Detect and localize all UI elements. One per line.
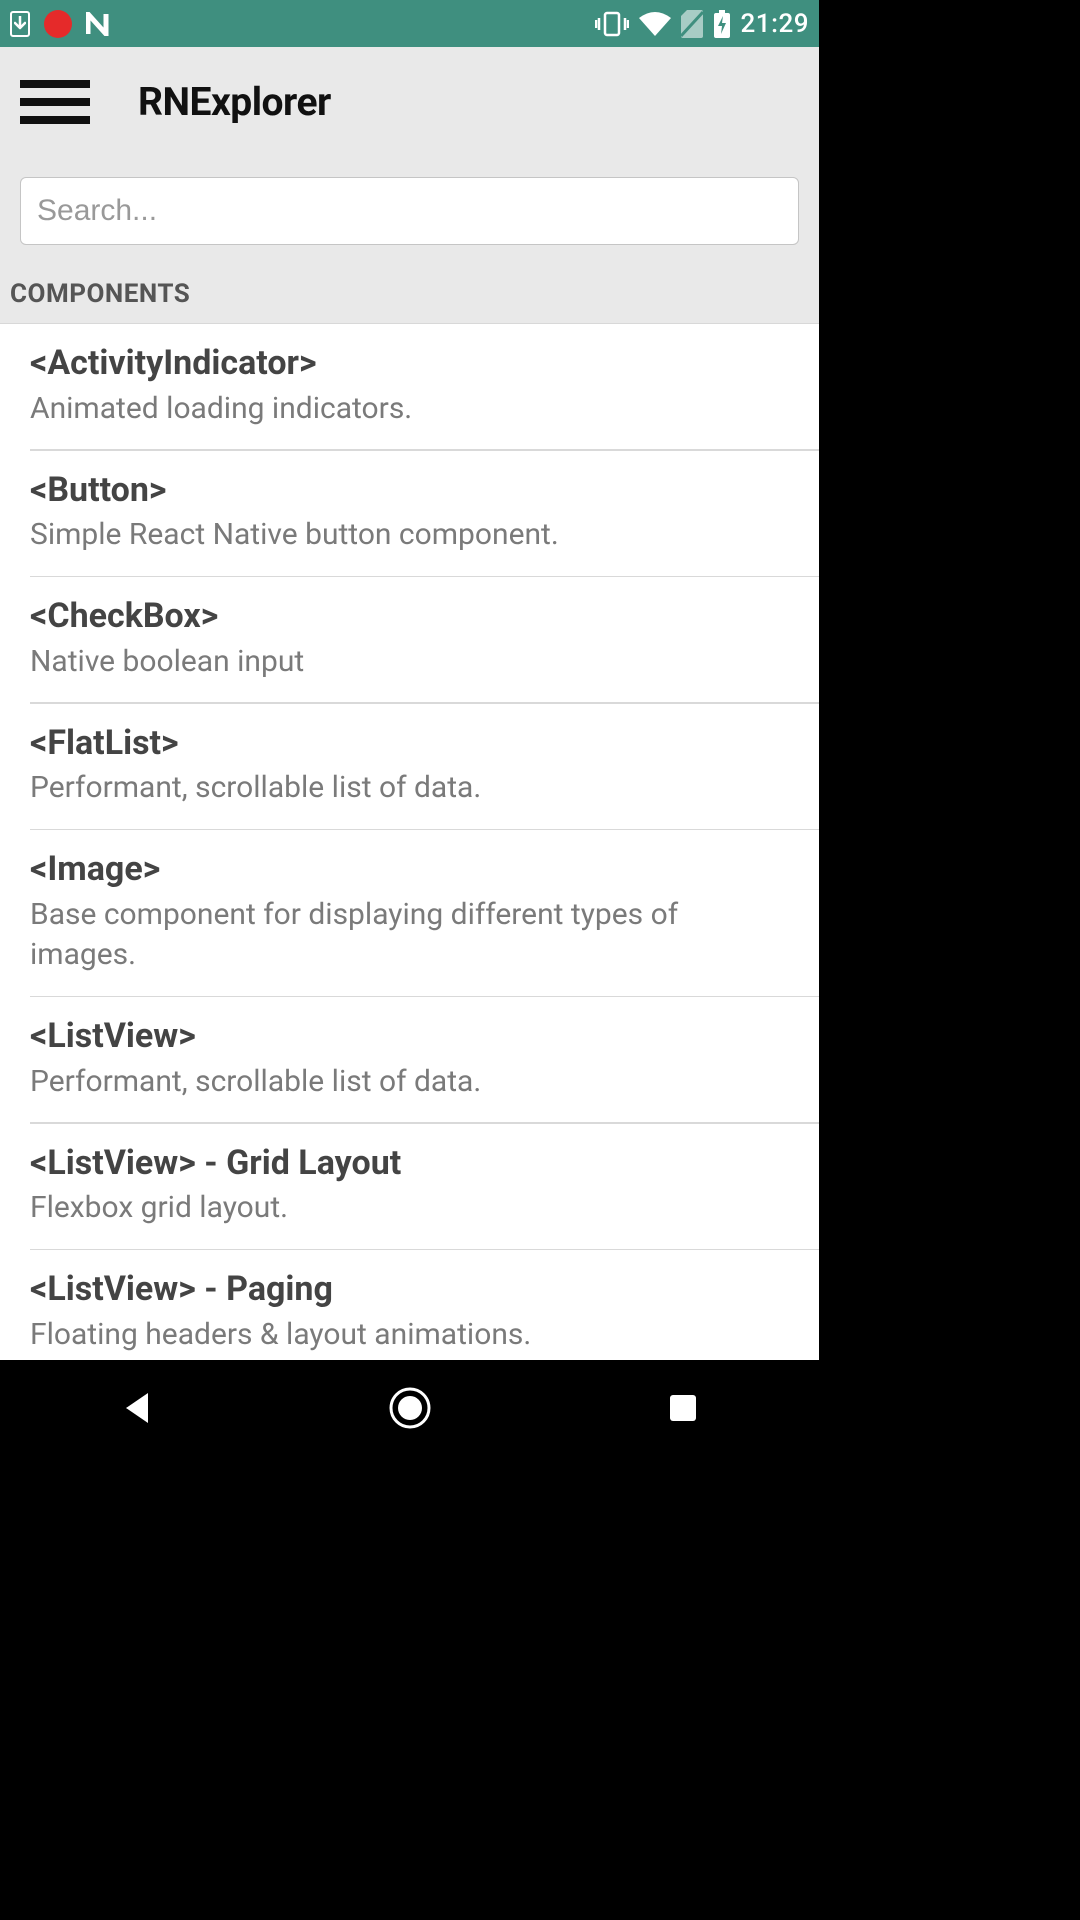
- search-input[interactable]: [20, 177, 799, 245]
- recents-button[interactable]: [653, 1378, 713, 1438]
- list-item-desc: Simple React Native button component.: [30, 515, 789, 556]
- list-item-title: <FlatList>: [30, 722, 789, 765]
- download-icon: [10, 11, 30, 37]
- app-title: RNExplorer: [138, 79, 331, 125]
- back-button[interactable]: [107, 1378, 167, 1438]
- record-dot-icon: [44, 10, 72, 38]
- status-left: [10, 10, 116, 38]
- vibrate-icon: [595, 11, 629, 37]
- status-clock: 21:29: [741, 9, 809, 39]
- list-item-desc: Animated loading indicators.: [30, 389, 789, 430]
- hamburger-icon[interactable]: [16, 74, 94, 130]
- list-item[interactable]: <Button> Simple React Native button comp…: [0, 451, 819, 576]
- list-item-title: <Image>: [30, 848, 789, 891]
- list-item-desc: Native boolean input: [30, 642, 789, 683]
- status-right: 21:29: [595, 9, 809, 39]
- list-item-desc: Floating headers & layout animations.: [30, 1315, 789, 1356]
- list-item-title: <ListView> - Grid Layout: [30, 1142, 789, 1185]
- home-button[interactable]: [380, 1378, 440, 1438]
- list-item[interactable]: <ListView> - Grid Layout Flexbox grid la…: [0, 1124, 819, 1249]
- app-header: RNExplorer: [0, 47, 819, 157]
- list-item[interactable]: <ListView> - Paging Floating headers & l…: [0, 1250, 819, 1360]
- list-item-desc: Performant, scrollable list of data.: [30, 768, 789, 809]
- list-item-desc: Base component for displaying different …: [30, 895, 789, 976]
- n-icon: [86, 12, 116, 36]
- list-item[interactable]: <FlatList> Performant, scrollable list o…: [0, 704, 819, 829]
- android-navbar: [0, 1360, 819, 1456]
- list-item-title: <ListView> - Paging: [30, 1268, 789, 1311]
- list-item-desc: Performant, scrollable list of data.: [30, 1062, 789, 1103]
- list-item-title: <CheckBox>: [30, 595, 789, 638]
- list-item[interactable]: <Image> Base component for displaying di…: [0, 830, 819, 996]
- section-heading: COMPONENTS: [0, 245, 819, 324]
- no-sim-icon: [681, 10, 703, 38]
- list-item[interactable]: <CheckBox> Native boolean input: [0, 577, 819, 702]
- list-item-title: <Button>: [30, 469, 789, 512]
- list-item[interactable]: <ActivityIndicator> Animated loading ind…: [0, 324, 819, 449]
- status-bar: 21:29: [0, 0, 819, 47]
- list-item-title: <ListView>: [30, 1015, 789, 1058]
- component-list[interactable]: <ActivityIndicator> Animated loading ind…: [0, 324, 819, 1360]
- wifi-icon: [639, 12, 671, 36]
- list-item-title: <ActivityIndicator>: [30, 342, 789, 385]
- list-item[interactable]: <ListView> Performant, scrollable list o…: [0, 997, 819, 1122]
- list-item-desc: Flexbox grid layout.: [30, 1188, 789, 1229]
- battery-charging-icon: [713, 10, 731, 38]
- search-section: [0, 157, 819, 245]
